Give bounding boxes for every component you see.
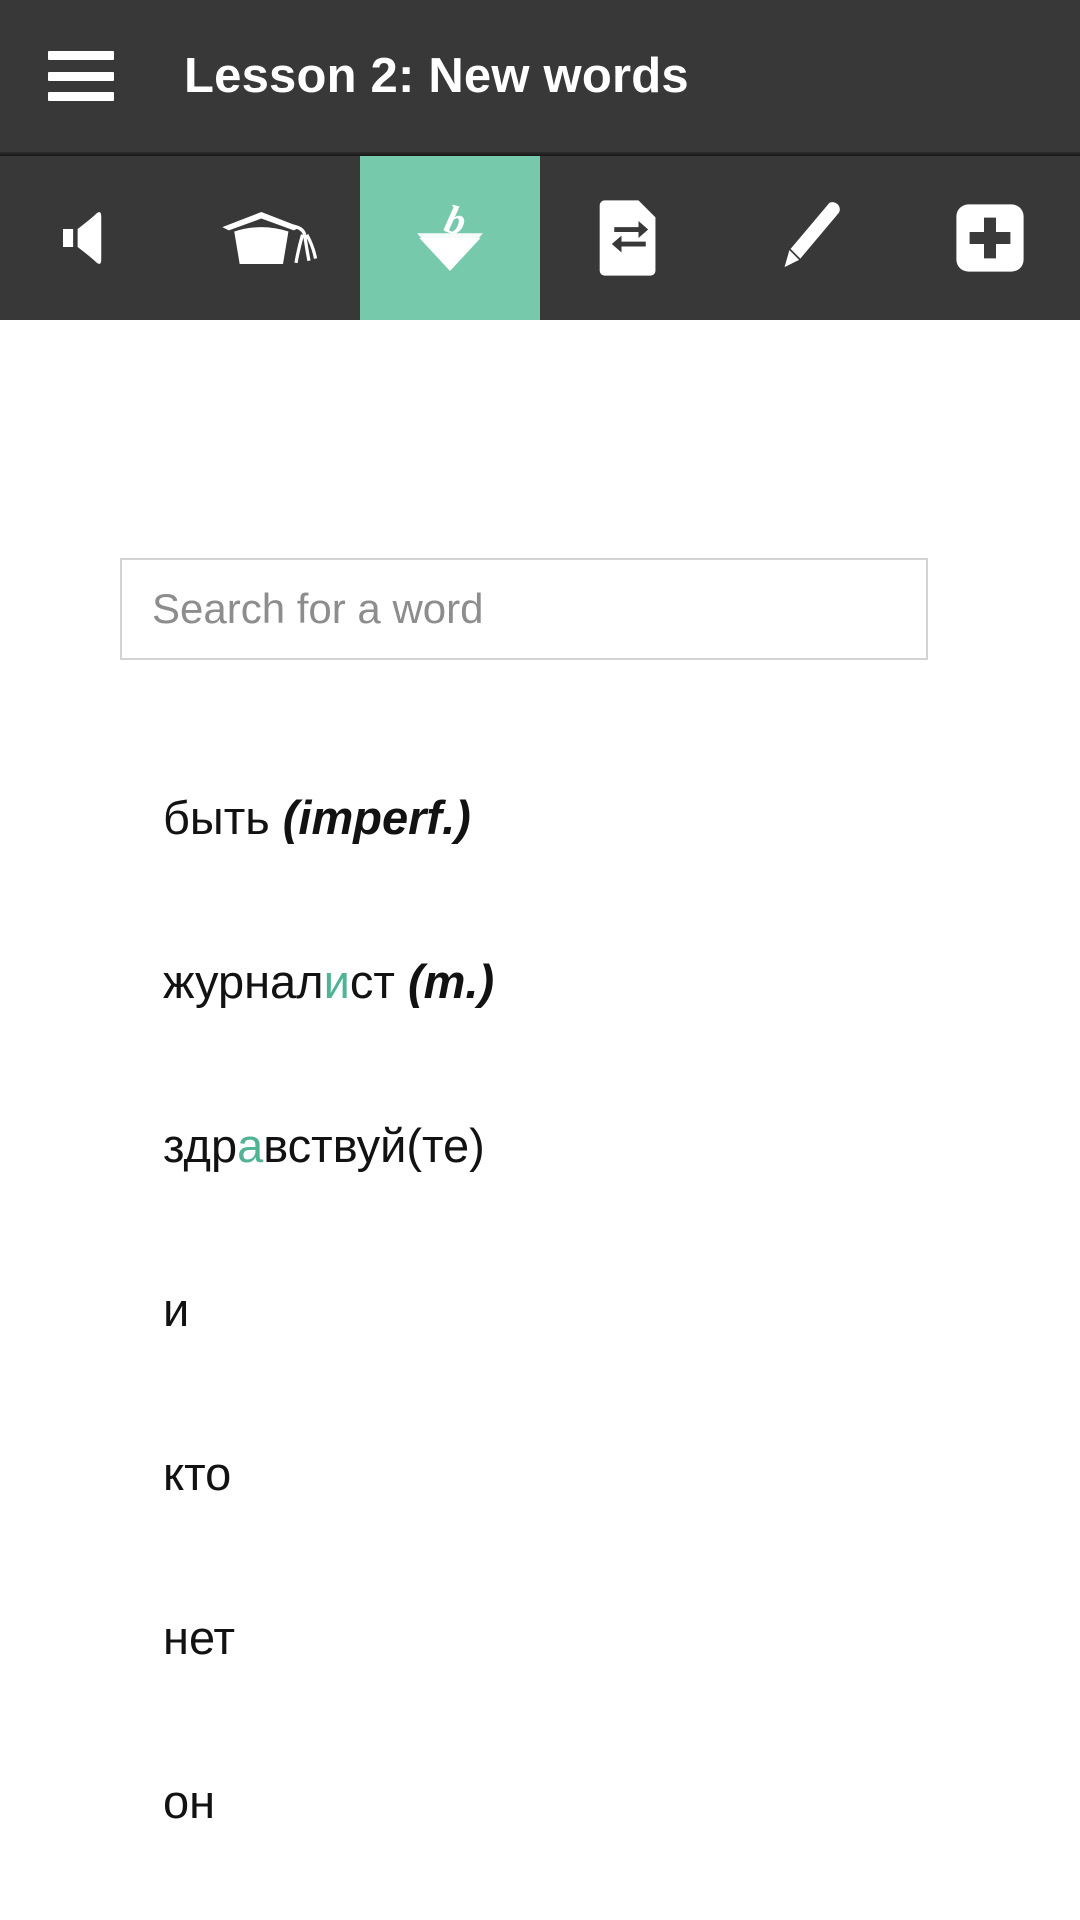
search-input[interactable] — [120, 558, 928, 660]
page-title: Lesson 2: New words — [184, 49, 689, 103]
tab-pronunciation[interactable] — [0, 156, 180, 320]
tab-vocabulary[interactable]: b — [360, 156, 540, 320]
word-part-plain: нет — [163, 1610, 236, 1664]
pencil-icon — [775, 198, 845, 278]
hamburger-bar-2 — [48, 71, 114, 81]
word-list-item[interactable]: здравствуй(те) — [0, 1063, 1080, 1227]
word-list-item[interactable]: журналист (m.) — [0, 899, 1080, 1063]
plus-square-icon — [954, 202, 1026, 274]
word-part-gram: (m.) — [407, 954, 495, 1008]
word-part-plain: вствуй(те) — [263, 1118, 485, 1172]
search-container — [120, 558, 928, 660]
word-list-item-label: кто — [163, 1450, 231, 1497]
tab-grammar[interactable] — [180, 156, 360, 320]
word-list: быть (imperf.) журналист (m.) здравствуй(т… — [0, 735, 1080, 1883]
app-header: Lesson 2: New words — [0, 0, 1080, 152]
hamburger-bar-3 — [48, 92, 114, 101]
word-part-plain: здр — [163, 1118, 238, 1172]
word-list-item-label: он — [163, 1778, 215, 1825]
word-list-item-label: быть (imperf.) — [163, 794, 471, 841]
word-list-item[interactable]: он — [0, 1719, 1080, 1883]
tab-translation[interactable] — [540, 156, 720, 320]
word-part-plain: и — [163, 1282, 190, 1336]
word-part-stress: а — [237, 1118, 264, 1172]
app-screen: Lesson 2: New words b Search for a word … — [0, 0, 1080, 1920]
word-list-item[interactable]: нет — [0, 1555, 1080, 1719]
word-box-icon: b — [407, 198, 493, 278]
document-exchange-icon — [597, 198, 663, 278]
hamburger-bar-1 — [48, 51, 114, 60]
word-list-item[interactable]: быть (imperf.) — [0, 735, 1080, 899]
word-list-item-label: и — [163, 1286, 189, 1333]
word-part-plain — [395, 955, 408, 1008]
word-part-plain — [270, 791, 283, 844]
tab-add[interactable] — [900, 156, 1080, 320]
word-list-item[interactable]: кто — [0, 1391, 1080, 1555]
word-part-plain: он — [163, 1774, 216, 1828]
graduation-cap-icon — [218, 202, 322, 274]
speaker-icon — [54, 202, 126, 274]
hamburger-menu-icon[interactable] — [48, 51, 114, 101]
word-part-gram: (imperf.) — [282, 790, 471, 844]
word-list-item-label: здравствуй(те) — [163, 1122, 485, 1169]
word-list-item-label: журналист (m.) — [163, 958, 494, 1005]
word-part-plain: кто — [163, 1446, 232, 1500]
section-toolbar: b — [0, 156, 1080, 320]
word-part-plain: журнал — [163, 954, 324, 1008]
tab-exercises[interactable] — [720, 156, 900, 320]
word-part-plain: быть — [163, 790, 270, 844]
word-part-stress: и — [323, 954, 350, 1008]
word-part-plain: ст — [349, 954, 395, 1008]
word-list-item-label: нет — [163, 1614, 235, 1661]
word-list-item[interactable]: и — [0, 1227, 1080, 1391]
